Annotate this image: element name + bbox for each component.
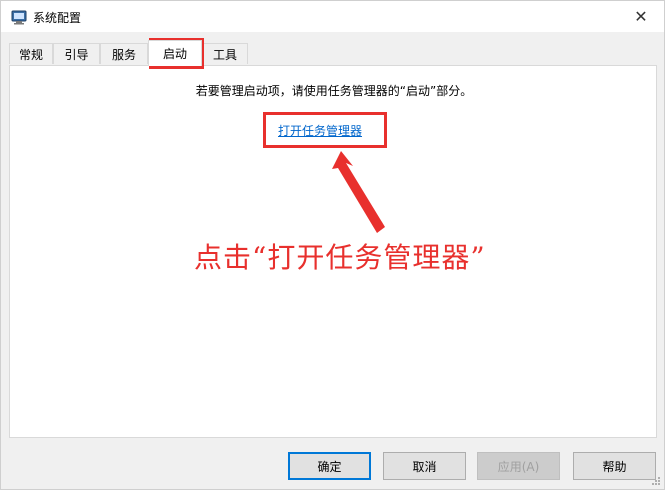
help-button[interactable]: 帮助 <box>573 452 656 480</box>
apply-button[interactable]: 应用(A) <box>477 452 560 480</box>
system-config-window: 系统配置 ✕ 常规 引导 服务 启动 工具 若要管理启动项，请使用任务管理器的“… <box>0 0 665 490</box>
cancel-button[interactable]: 取消 <box>383 452 466 480</box>
ok-button[interactable]: 确定 <box>288 452 371 480</box>
tab-startup[interactable]: 启动 <box>148 40 202 66</box>
annotation-text: 点击“打开任务管理器” <box>194 241 486 274</box>
resize-grip-icon[interactable] <box>651 476 661 486</box>
